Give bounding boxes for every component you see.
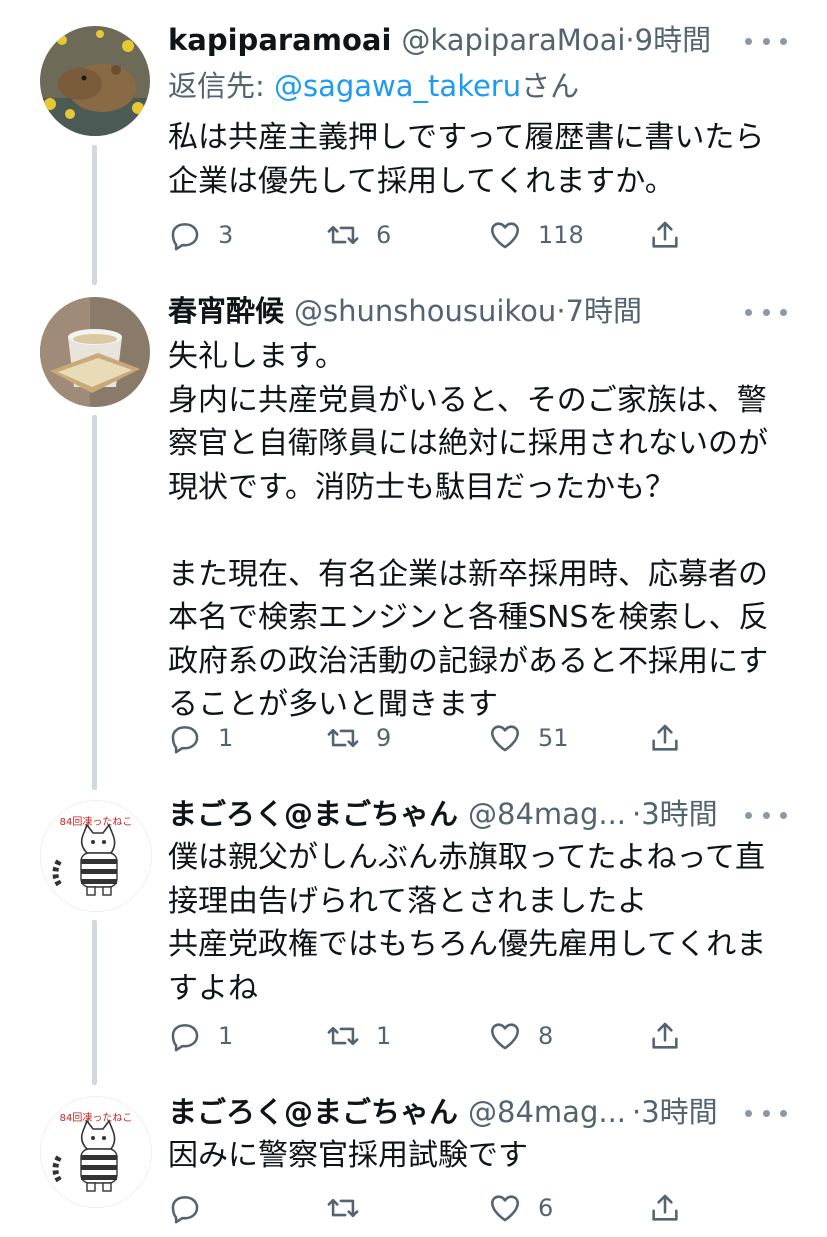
reply-to: 返信先: @sagawa_takeruさん	[168, 64, 579, 108]
tweet-header: まごろく@まごちゃん @84mag... ·3時間	[168, 1090, 807, 1134]
heart-icon	[490, 222, 520, 249]
more-options-icon[interactable]	[745, 34, 787, 48]
tweet-header: 春宵酔候 @shunshousuikou ·7時間	[168, 289, 807, 333]
avatar[interactable]: 84回凍ったねこ	[40, 800, 152, 912]
tweet-text: 僕は親父がしんぶん赤旗取ってたよねって直 接理由告げられて落とされましたよ 共産…	[168, 840, 767, 1006]
heart-icon	[490, 1023, 520, 1050]
retweet-count: 6	[376, 221, 392, 249]
tweet-text: 私は共産主義押しですって履歴書に書いたら 企業は優先して採用してくれますか。	[168, 120, 765, 199]
timestamp[interactable]: ·3時間	[632, 1090, 718, 1134]
reply-count: 3	[218, 221, 234, 249]
heart-icon	[490, 725, 520, 752]
like-count: 6	[538, 1194, 554, 1222]
display-name[interactable]: kapiparamoai	[168, 18, 391, 62]
timestamp[interactable]: ·3時間	[632, 792, 718, 836]
reply-icon	[171, 223, 199, 251]
retweet-button[interactable]: 1	[326, 1016, 391, 1056]
reply-icon	[171, 726, 199, 754]
like-button[interactable]: 118	[488, 215, 584, 255]
reply-button[interactable]: 1	[168, 718, 233, 758]
avatar-label: 84回凍ったねこ	[60, 1111, 133, 1124]
tweet-text: 因みに警察官採用試験です	[168, 1138, 528, 1173]
tweet-header: まごろく@まごちゃん @84mag... ·3時間	[168, 792, 807, 836]
reply-count: 1	[218, 724, 234, 752]
retweet-icon	[327, 225, 359, 245]
retweet-button[interactable]	[326, 1188, 376, 1228]
reply-button[interactable]	[168, 1188, 218, 1228]
reply-button[interactable]: 1	[168, 1016, 233, 1056]
more-options-icon[interactable]	[745, 808, 787, 822]
display-name[interactable]: 春宵酔候	[168, 289, 284, 333]
like-button[interactable]: 6	[488, 1188, 553, 1228]
tweet-actions: 1 9 51	[168, 718, 698, 758]
share-icon	[652, 1194, 678, 1221]
share-icon	[652, 724, 678, 751]
tweet-actions: 3 6 118	[168, 215, 698, 255]
username[interactable]: @84mag...	[468, 1090, 626, 1134]
share-button[interactable]	[648, 1188, 682, 1228]
avatar[interactable]	[40, 297, 150, 407]
reply-button[interactable]: 3	[168, 215, 233, 255]
timestamp[interactable]: ·7時間	[556, 289, 642, 333]
avatar[interactable]: 84回凍ったねこ	[40, 1096, 152, 1208]
avatar[interactable]	[40, 26, 150, 136]
share-button[interactable]	[648, 718, 682, 758]
tweet-actions: 1 1 8	[168, 1016, 698, 1056]
like-count: 51	[538, 724, 569, 752]
retweet-button[interactable]: 9	[326, 718, 391, 758]
timestamp[interactable]: ·9時間	[625, 18, 711, 62]
tweet[interactable]: kapiparamoai @kapiparaMoai ·9時間 返信先: @sa…	[0, 0, 827, 280]
username[interactable]: @kapiparaMoai	[401, 18, 625, 62]
display-name[interactable]: まごろく@まごちゃん	[168, 792, 458, 836]
avatar-label: 84回凍ったねこ	[60, 815, 133, 828]
share-icon	[652, 1022, 678, 1049]
tweet[interactable]: 春宵酔候 @shunshousuikou ·7時間 失礼します。 身内に共産党員…	[0, 285, 827, 785]
more-options-icon[interactable]	[745, 305, 787, 319]
tweet[interactable]: 84回凍ったねこ まごろく@まごちゃん @84mag... ·3時間 因みに警察…	[0, 1088, 827, 1237]
retweet-icon	[327, 728, 359, 748]
reply-to-prefix: 返信先:	[168, 69, 274, 103]
heart-icon	[490, 1195, 520, 1222]
reply-mention[interactable]: @sagawa_takeru	[274, 69, 521, 103]
retweet-button[interactable]: 6	[326, 215, 391, 255]
like-button[interactable]: 8	[488, 1016, 553, 1056]
like-count: 8	[538, 1022, 554, 1050]
tweet-header: kapiparamoai @kapiparaMoai ·9時間	[168, 18, 807, 62]
share-button[interactable]	[648, 215, 682, 255]
username[interactable]: @shunshousuikou	[294, 289, 556, 333]
tweet[interactable]: 84回凍ったねこ まごろく@まごちゃん @84mag... ·3時間 僕は親父が…	[0, 790, 827, 1090]
more-options-icon[interactable]	[745, 1106, 787, 1120]
reply-icon	[171, 1024, 199, 1052]
share-icon	[652, 221, 678, 248]
retweet-count: 1	[376, 1022, 392, 1050]
like-button[interactable]: 51	[488, 718, 569, 758]
share-button[interactable]	[648, 1016, 682, 1056]
tweet-actions: 6	[168, 1188, 698, 1228]
reply-count: 1	[218, 1022, 234, 1050]
reply-icon	[171, 1196, 199, 1224]
retweet-icon	[327, 1026, 359, 1046]
reply-to-suffix: さん	[521, 69, 580, 103]
username[interactable]: @84mag...	[468, 792, 626, 836]
retweet-count: 9	[376, 724, 392, 752]
display-name[interactable]: まごろく@まごちゃん	[168, 1090, 458, 1134]
like-count: 118	[538, 221, 584, 249]
tweet-text: 失礼します。 身内に共産党員がいると、そのご家族は、警 察官と自衛隊員には絶対に…	[168, 339, 769, 722]
retweet-icon	[327, 1198, 359, 1218]
